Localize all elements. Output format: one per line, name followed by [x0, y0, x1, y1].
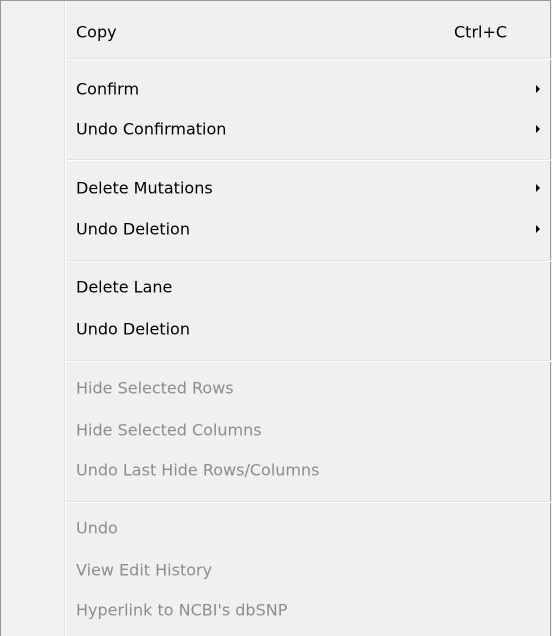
- menu-item-view-edit-history[interactable]: View Edit History: [2, 552, 550, 588]
- submenu-arrow-icon: [536, 85, 540, 93]
- menu-item-delete-mutations-label: Delete Mutations: [76, 178, 213, 198]
- menu-item-hide-selected-rows-label: Hide Selected Rows: [76, 378, 234, 398]
- menu-item-undo-deletion[interactable]: Undo Deletion: [2, 311, 550, 347]
- submenu-arrow-icon: [536, 125, 540, 133]
- menu-item-view-edit-history-label: View Edit History: [76, 560, 213, 580]
- menu-item-undo-deletion-submenu-label: Undo Deletion: [76, 219, 190, 239]
- menu-item-undo-confirmation-label: Undo Confirmation: [76, 119, 227, 139]
- menu-item-confirm-label: Confirm: [76, 79, 140, 99]
- submenu-arrow-icon: [536, 225, 540, 233]
- menu-item-delete-lane[interactable]: Delete Lane: [2, 269, 550, 305]
- menu-item-hide-selected-columns[interactable]: Hide Selected Columns: [2, 412, 550, 448]
- submenu-arrow-icon: [536, 184, 540, 192]
- menu-separator: [67, 360, 551, 362]
- menu-separator: [67, 159, 551, 161]
- menu-item-delete-lane-label: Delete Lane: [76, 277, 173, 297]
- menu-separator: [67, 260, 551, 262]
- menu-item-undo-last-hide[interactable]: Undo Last Hide Rows/Columns: [2, 452, 550, 488]
- context-menu: Copy Ctrl+C Confirm Undo Confirmation De…: [0, 0, 551, 636]
- menu-item-hyperlink-ncbi-label: Hyperlink to NCBI's dbSNP: [76, 600, 288, 620]
- menu-item-undo-deletion-label: Undo Deletion: [76, 319, 190, 339]
- menu-item-confirm[interactable]: Confirm: [2, 71, 550, 107]
- menu-item-hyperlink-ncbi[interactable]: Hyperlink to NCBI's dbSNP: [2, 592, 550, 628]
- menu-item-copy[interactable]: Copy Ctrl+C: [2, 14, 550, 50]
- menu-item-undo-last-hide-label: Undo Last Hide Rows/Columns: [76, 460, 320, 480]
- menu-item-undo-confirmation[interactable]: Undo Confirmation: [2, 111, 550, 147]
- menu-item-undo-deletion-submenu[interactable]: Undo Deletion: [2, 211, 550, 247]
- menu-separator: [67, 58, 551, 60]
- menu-item-undo-label: Undo: [76, 518, 118, 538]
- menu-item-hide-selected-rows[interactable]: Hide Selected Rows: [2, 370, 550, 406]
- menu-item-delete-mutations[interactable]: Delete Mutations: [2, 170, 550, 206]
- menu-item-undo[interactable]: Undo: [2, 510, 550, 546]
- menu-item-hide-selected-columns-label: Hide Selected Columns: [76, 420, 262, 440]
- menu-item-copy-label: Copy: [76, 22, 117, 42]
- menu-item-copy-shortcut: Ctrl+C: [454, 22, 508, 42]
- menu-separator: [67, 501, 551, 503]
